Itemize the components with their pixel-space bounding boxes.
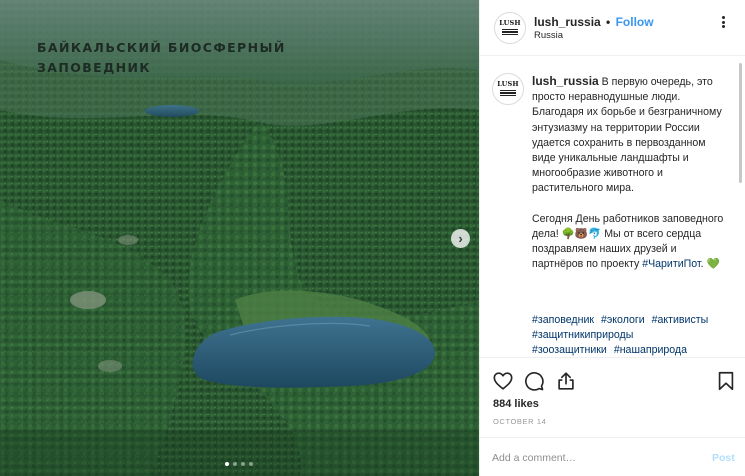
avatar[interactable]: LUSH (492, 73, 524, 105)
avatar-logo-lines (502, 28, 518, 37)
heart-icon[interactable] (492, 370, 514, 392)
action-bar: 884 likes OCTOBER 14 (480, 357, 745, 437)
follow-button[interactable]: Follow (616, 15, 654, 29)
photo-caption-line2: ЗАПОВЕДНИК (37, 60, 151, 75)
carousel-dot (241, 462, 245, 466)
separator-dot: • (606, 15, 611, 29)
comment-input[interactable] (492, 448, 692, 468)
comment-icon[interactable] (523, 370, 545, 392)
hashtag-list: #заповедник #экологи #активисты #защитни… (532, 313, 737, 357)
header-user-row: lush_russia • Follow (534, 15, 654, 29)
avatar-logo-text: LUSH (497, 79, 519, 88)
photo-caption-line1: БАЙКАЛЬСКИЙ БИОСФЕРНЫЙ (37, 40, 286, 55)
carousel-dot (225, 462, 229, 466)
hashtag-link[interactable]: #заповедник (532, 314, 594, 326)
hashtag-link[interactable]: #зоозащитники (532, 344, 607, 356)
carousel-indicator (225, 462, 253, 466)
caption-text: lush_russia В первую очередь, это просто… (532, 74, 724, 273)
caption-hashtag-link[interactable]: #ЧаритиПот (642, 258, 700, 270)
post-photo[interactable]: БАЙКАЛЬСКИЙ БИОСФЕРНЫЙ ЗАПОВЕДНИК › (0, 0, 479, 476)
carousel-dot (249, 462, 253, 466)
caption-ending: . 💚 (700, 258, 720, 271)
post-side-panel: LUSH lush_russia • Follow Russia LUSH lu… (479, 0, 745, 476)
carousel-dot (233, 462, 237, 466)
username-link[interactable]: lush_russia (534, 15, 601, 29)
photo-caption: БАЙКАЛЬСКИЙ БИОСФЕРНЫЙ ЗАПОВЕДНИК (37, 38, 297, 78)
hashtag-link[interactable]: #защитникиприроды (532, 329, 633, 341)
post-comment-button[interactable]: Post (712, 452, 735, 464)
post-header: LUSH lush_russia • Follow Russia (480, 0, 745, 56)
chevron-right-icon: › (458, 231, 463, 246)
more-options-icon[interactable] (716, 13, 730, 31)
avatar[interactable]: LUSH (494, 12, 526, 44)
comment-form: Post (480, 437, 745, 476)
hashtag-link[interactable]: #нашаприрода (614, 344, 687, 356)
next-photo-button[interactable]: › (451, 229, 470, 248)
post-date: OCTOBER 14 (493, 417, 547, 426)
likes-count[interactable]: 884 likes (493, 398, 539, 410)
avatar-logo-lines (500, 89, 516, 98)
scrollbar[interactable] (739, 63, 742, 183)
share-icon[interactable] (555, 370, 577, 392)
bookmark-icon[interactable] (715, 370, 737, 392)
hashtag-link[interactable]: #активисты (652, 314, 709, 326)
caption-username-link[interactable]: lush_russia (532, 74, 599, 88)
caption-area[interactable]: LUSH lush_russia В первую очередь, это п… (480, 57, 745, 357)
caption-body: В первую очередь, это просто неравнодушн… (532, 76, 724, 271)
avatar-logo-text: LUSH (499, 18, 521, 27)
hashtag-link[interactable]: #экологи (601, 314, 645, 326)
location-link[interactable]: Russia (534, 30, 563, 41)
